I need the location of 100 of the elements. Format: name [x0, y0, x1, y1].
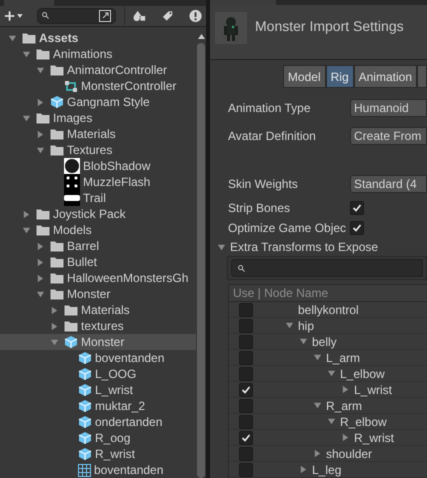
expanded-arrow-icon[interactable]: [22, 114, 31, 122]
expanded-arrow-icon[interactable]: [217, 242, 226, 252]
expanded-arrow-icon[interactable]: [50, 338, 59, 346]
settings-tab[interactable]: Rig: [326, 65, 354, 88]
collapsed-arrow-icon[interactable]: [36, 130, 45, 138]
tree-item[interactable]: BlobShadow: [0, 158, 196, 174]
collapsed-arrow-icon[interactable]: [22, 210, 31, 218]
checkbox[interactable]: [350, 221, 364, 235]
add-menu-icon[interactable]: [4, 10, 25, 22]
scroll-up-icon[interactable]: [198, 34, 204, 39]
expanded-arrow-icon[interactable]: [36, 290, 45, 298]
collapsed-arrow-icon[interactable]: [50, 322, 59, 330]
cube-icon: [78, 383, 92, 397]
tree-item[interactable]: MuzzleFlash: [0, 174, 196, 190]
column-header: Use | Node Name: [233, 285, 328, 302]
dropdown[interactable]: Standard (4: [350, 175, 427, 193]
tree-item[interactable]: ondertanden: [0, 414, 196, 430]
tree-item[interactable]: Animations: [0, 46, 196, 62]
tree-item[interactable]: Assets: [0, 30, 196, 46]
tree-item-label: Animations: [53, 46, 112, 63]
tree-item[interactable]: textures: [0, 318, 196, 334]
tree-item-label: ondertanden: [95, 414, 162, 431]
tree-item[interactable]: Materials: [0, 302, 196, 318]
settings-tab[interactable]: Model: [282, 65, 326, 88]
use-checkbox[interactable]: [239, 462, 253, 476]
tree-item[interactable]: MonsterController: [0, 78, 196, 94]
tree-item-label: Materials: [67, 126, 116, 143]
tree-item[interactable]: Bullet: [0, 254, 196, 270]
checkbox[interactable]: [350, 201, 364, 215]
tree-item[interactable]: Monster: [0, 286, 196, 302]
tree-item[interactable]: Joystick Pack: [0, 206, 196, 222]
expanded-arrow-icon[interactable]: [313, 401, 322, 410]
use-checkbox[interactable]: [239, 414, 253, 428]
dropdown[interactable]: Humanoid: [350, 99, 427, 117]
tree-item[interactable]: muktar_2: [0, 398, 196, 414]
tree-item-label: Models: [53, 222, 92, 239]
collapsed-arrow-icon[interactable]: [50, 306, 59, 314]
tree-item[interactable]: Models: [0, 222, 196, 238]
collapsed-arrow-icon[interactable]: [341, 433, 350, 442]
use-checkbox[interactable]: [239, 302, 253, 316]
collapsed-arrow-icon[interactable]: [36, 242, 45, 250]
tree-item-label: HalloweenMonstersGh: [67, 270, 188, 287]
tree-item-label: Images: [53, 110, 92, 127]
tree-item[interactable]: Gangnam Style: [0, 94, 196, 110]
shapes-icon[interactable]: [132, 10, 146, 22]
folder-icon: [36, 208, 50, 220]
window-icon[interactable]: [98, 10, 111, 22]
collapsed-arrow-icon[interactable]: [313, 449, 322, 458]
use-checkbox[interactable]: [239, 398, 253, 412]
collapsed-arrow-icon[interactable]: [36, 258, 45, 266]
node-name: R_arm: [326, 398, 362, 414]
expanded-arrow-icon[interactable]: [327, 369, 336, 378]
expanded-arrow-icon[interactable]: [36, 66, 45, 74]
tree-item[interactable]: R_wrist: [0, 446, 196, 462]
tree-item[interactable]: Textures: [0, 142, 196, 158]
section-header[interactable]: Extra Transforms to Expose: [210, 238, 427, 256]
search-field[interactable]: [36, 8, 116, 24]
tree-item[interactable]: R_oog: [0, 430, 196, 446]
settings-tab[interactable]: Animation: [354, 65, 417, 88]
expanded-arrow-icon[interactable]: [299, 337, 308, 346]
tree-item[interactable]: Trail: [0, 190, 196, 206]
folder-icon: [50, 64, 64, 76]
dropdown[interactable]: Create From: [350, 127, 427, 145]
tree-item[interactable]: boventanden: [0, 462, 196, 478]
tree-item[interactable]: AnimatorController: [0, 62, 196, 78]
tree-item[interactable]: boventanden: [0, 350, 196, 366]
tree-item[interactable]: L_OOG: [0, 366, 196, 382]
use-checkbox[interactable]: [239, 430, 253, 444]
use-checkbox[interactable]: [239, 318, 253, 332]
tree-item[interactable]: Images: [0, 110, 196, 126]
settings-tab[interactable]: [417, 65, 427, 88]
node-name: R_elbow: [340, 414, 387, 430]
tag-icon[interactable]: [162, 10, 173, 22]
use-checkbox[interactable]: [239, 334, 253, 348]
expanded-arrow-icon[interactable]: [285, 321, 294, 330]
expanded-arrow-icon[interactable]: [22, 50, 31, 58]
expanded-arrow-icon[interactable]: [327, 417, 336, 426]
tree-item[interactable]: HalloweenMonstersGh: [0, 270, 196, 286]
tree-item[interactable]: Materials: [0, 126, 196, 142]
scrollbar-thumb[interactable]: [197, 43, 205, 478]
collapsed-arrow-icon[interactable]: [341, 385, 350, 394]
expanded-arrow-icon[interactable]: [36, 146, 45, 154]
tree-item[interactable]: Monster: [0, 334, 196, 350]
collapsed-arrow-icon[interactable]: [36, 274, 45, 282]
expanded-arrow-icon[interactable]: [313, 353, 322, 362]
warning-icon[interactable]: [188, 8, 202, 23]
tree-item-label: L_OOG: [95, 366, 136, 383]
expanded-arrow-icon[interactable]: [8, 34, 17, 42]
expanded-arrow-icon[interactable]: [22, 226, 31, 234]
search-icon: [238, 264, 245, 272]
tree-item[interactable]: Barrel: [0, 238, 196, 254]
collapsed-arrow-icon[interactable]: [299, 465, 308, 474]
use-checkbox[interactable]: [239, 366, 253, 380]
use-checkbox[interactable]: [239, 446, 253, 460]
folder-icon: [64, 320, 78, 332]
use-checkbox[interactable]: [239, 382, 253, 396]
use-checkbox[interactable]: [239, 350, 253, 364]
collapsed-arrow-icon[interactable]: [36, 98, 45, 106]
tree-item[interactable]: L_wrist: [0, 382, 196, 398]
search-field[interactable]: [231, 259, 423, 277]
